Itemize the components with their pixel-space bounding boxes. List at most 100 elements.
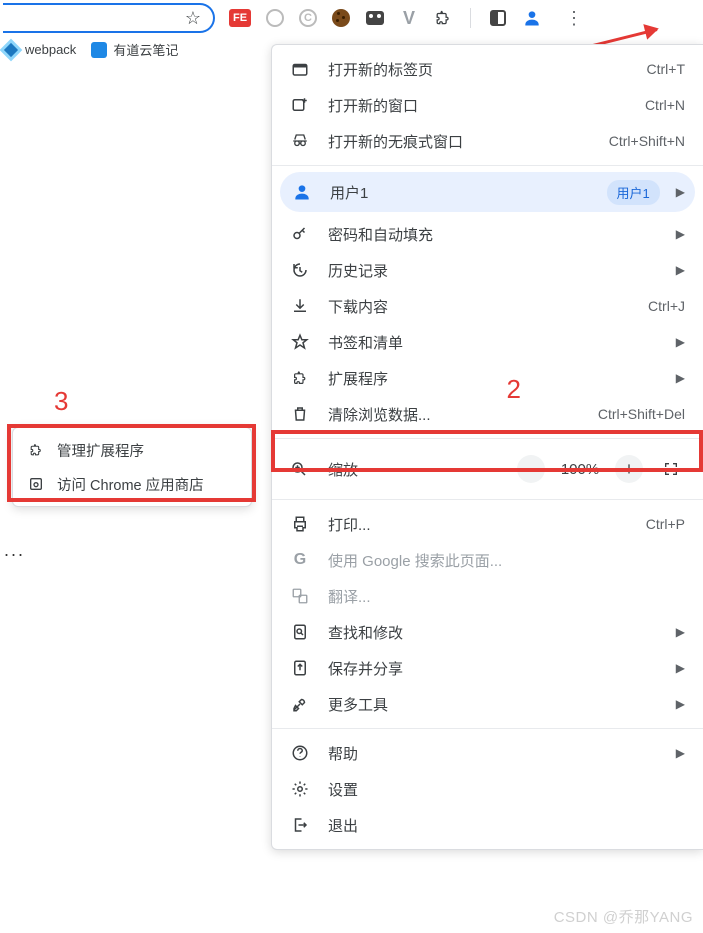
menu-divider bbox=[272, 728, 703, 729]
menu-label: 帮助 bbox=[328, 743, 358, 764]
menu-label: 打印... bbox=[328, 514, 371, 535]
toolbar-divider bbox=[470, 8, 471, 28]
translate-icon bbox=[290, 586, 310, 606]
menu-help[interactable]: 帮助 ▶ bbox=[272, 735, 703, 771]
menu-label: 下载内容 bbox=[328, 296, 388, 317]
side-panel-icon[interactable] bbox=[488, 8, 508, 28]
bookmark-star-icon[interactable]: ☆ bbox=[185, 8, 201, 29]
menu-shortcut: Ctrl+N bbox=[645, 97, 685, 113]
menu-exit[interactable]: 退出 bbox=[272, 807, 703, 843]
menu-clear-data[interactable]: 清除浏览数据... Ctrl+Shift+Del bbox=[272, 396, 703, 432]
watermark: CSDN @乔那YANG bbox=[554, 906, 693, 927]
menu-label: 密码和自动填充 bbox=[328, 224, 433, 245]
profile-avatar-icon[interactable] bbox=[522, 8, 542, 28]
menu-print[interactable]: 打印... Ctrl+P bbox=[272, 506, 703, 542]
print-icon bbox=[290, 514, 310, 534]
google-icon: G bbox=[290, 550, 310, 570]
menu-incognito[interactable]: 打开新的无痕式窗口 Ctrl+Shift+N bbox=[272, 123, 703, 159]
menu-new-tab[interactable]: 打开新的标签页 Ctrl+T bbox=[272, 51, 703, 87]
puzzle-icon bbox=[290, 368, 310, 388]
new-window-icon bbox=[290, 95, 310, 115]
menu-shortcut: Ctrl+Shift+N bbox=[609, 133, 685, 149]
bookmark-webpack[interactable]: webpack bbox=[3, 42, 76, 58]
menu-find-edit[interactable]: 查找和修改 ▶ bbox=[272, 614, 703, 650]
webpack-icon bbox=[0, 38, 22, 61]
menu-google-search[interactable]: G 使用 Google 搜索此页面... bbox=[272, 542, 703, 578]
menu-label: 打开新的标签页 bbox=[328, 59, 433, 80]
menu-shortcut: Ctrl+T bbox=[647, 61, 686, 77]
chevron-right-icon: ▶ bbox=[676, 335, 685, 349]
menu-passwords[interactable]: 密码和自动填充 ▶ bbox=[272, 216, 703, 252]
menu-bookmarks[interactable]: 书签和清单 ▶ bbox=[272, 324, 703, 360]
menu-more-tools[interactable]: 更多工具 ▶ bbox=[272, 686, 703, 722]
annotation-highlight-2 bbox=[271, 430, 703, 472]
menu-label: 更多工具 bbox=[328, 694, 388, 715]
extension-strip: FE C V ⋮ bbox=[229, 4, 588, 32]
menu-shortcut: Ctrl+P bbox=[646, 516, 685, 532]
extension-v-icon[interactable]: V bbox=[399, 8, 419, 28]
help-icon bbox=[290, 743, 310, 763]
extension-cookie-icon[interactable] bbox=[331, 8, 351, 28]
menu-label: 设置 bbox=[328, 779, 358, 800]
menu-divider bbox=[272, 499, 703, 500]
extension-squaredots-icon[interactable] bbox=[365, 8, 385, 28]
new-tab-icon bbox=[290, 59, 310, 79]
user-badge: 用户1 bbox=[607, 180, 660, 205]
annotation-label-3: 3 bbox=[54, 386, 68, 417]
menu-new-window[interactable]: 打开新的窗口 Ctrl+N bbox=[272, 87, 703, 123]
chevron-right-icon: ▶ bbox=[676, 697, 685, 711]
share-icon bbox=[290, 658, 310, 678]
gear-icon bbox=[290, 779, 310, 799]
annotation-highlight-3 bbox=[7, 424, 256, 502]
menu-shortcut: Ctrl+J bbox=[648, 298, 685, 314]
find-icon bbox=[290, 622, 310, 642]
menu-user-profile[interactable]: 用户1 用户1 ▶ bbox=[280, 172, 695, 212]
chevron-right-icon: ▶ bbox=[676, 625, 685, 639]
menu-label: 打开新的窗口 bbox=[328, 95, 418, 116]
menu-label: 历史记录 bbox=[328, 260, 388, 281]
trash-icon bbox=[290, 404, 310, 424]
omnibox[interactable]: ☆ bbox=[3, 3, 215, 33]
bookmark-label: 有道云笔记 bbox=[113, 40, 178, 59]
menu-label: 扩展程序 bbox=[328, 368, 388, 389]
menu-settings[interactable]: 设置 bbox=[272, 771, 703, 807]
chevron-right-icon: ▶ bbox=[676, 371, 685, 385]
chevron-right-icon: ▶ bbox=[676, 227, 685, 241]
menu-label: 查找和修改 bbox=[328, 622, 403, 643]
menu-label: 书签和清单 bbox=[328, 332, 403, 353]
extension-circle-icon[interactable] bbox=[265, 8, 285, 28]
incognito-icon bbox=[290, 131, 310, 151]
chevron-right-icon: ▶ bbox=[676, 746, 685, 760]
menu-shortcut: Ctrl+Shift+Del bbox=[598, 406, 685, 422]
menu-label: 清除浏览数据... bbox=[328, 404, 431, 425]
menu-label: 打开新的无痕式窗口 bbox=[328, 131, 463, 152]
tools-icon bbox=[290, 694, 310, 714]
extension-fe-icon[interactable]: FE bbox=[229, 9, 251, 27]
menu-label: 保存并分享 bbox=[328, 658, 403, 679]
menu-save-share[interactable]: 保存并分享 ▶ bbox=[272, 650, 703, 686]
more-button[interactable]: ⋮ bbox=[560, 4, 588, 32]
star-icon bbox=[290, 332, 310, 352]
youdao-icon bbox=[91, 42, 107, 58]
menu-translate[interactable]: 翻译... bbox=[272, 578, 703, 614]
menu-divider bbox=[272, 165, 703, 166]
menu-label: 退出 bbox=[328, 815, 358, 836]
menu-label: 翻译... bbox=[328, 586, 371, 607]
download-icon bbox=[290, 296, 310, 316]
extensions-puzzle-icon[interactable] bbox=[433, 8, 453, 28]
bookmark-youdao[interactable]: 有道云笔记 bbox=[91, 40, 178, 59]
chevron-right-icon: ▶ bbox=[676, 263, 685, 277]
extension-c-icon[interactable]: C bbox=[299, 9, 317, 27]
key-icon bbox=[290, 224, 310, 244]
menu-extensions[interactable]: 扩展程序 ▶ bbox=[272, 360, 703, 396]
annotation-label-2: 2 bbox=[507, 374, 521, 405]
page-ellipsis: ... bbox=[4, 540, 25, 561]
history-icon bbox=[290, 260, 310, 280]
chevron-right-icon: ▶ bbox=[676, 661, 685, 675]
bookmark-label: webpack bbox=[25, 42, 76, 57]
menu-label: 用户1 bbox=[330, 182, 368, 203]
menu-downloads[interactable]: 下载内容 Ctrl+J bbox=[272, 288, 703, 324]
menu-history[interactable]: 历史记录 ▶ bbox=[272, 252, 703, 288]
exit-icon bbox=[290, 815, 310, 835]
user-icon bbox=[292, 182, 312, 202]
